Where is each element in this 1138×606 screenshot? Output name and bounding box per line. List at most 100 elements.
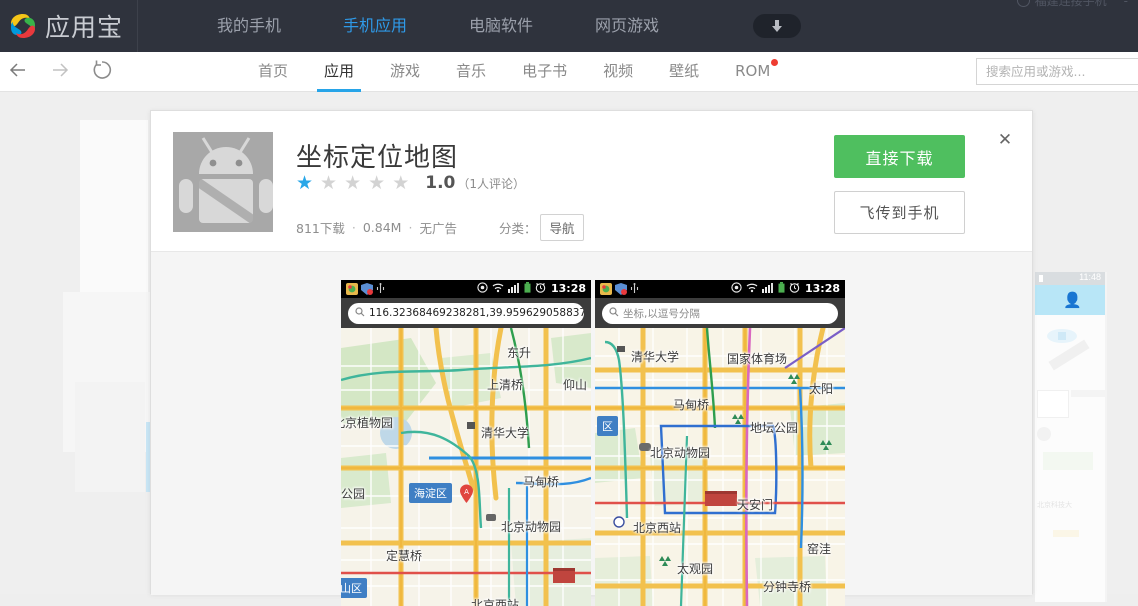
app-meta: 811下载 · 0.84M · 无广告 分类： 导航 [296, 214, 584, 241]
star-icon-filled: ★ [296, 172, 314, 194]
topnav-item-pc-software[interactable]: 电脑软件 [438, 0, 564, 52]
android-status-bar: 13:28 [341, 280, 591, 298]
subnav-label: ROM [735, 62, 771, 80]
subnav-item-apps[interactable]: 应用 [306, 52, 372, 92]
coordinate-search-field[interactable]: 116.32368469238281,39.95962905883789 [348, 302, 584, 324]
subnav-item-ebooks[interactable]: 电子书 [504, 52, 585, 92]
search-box [976, 58, 1138, 85]
brand-logo[interactable]: 应用宝 [0, 0, 138, 52]
downloads-button[interactable] [753, 14, 802, 38]
back-button[interactable] [2, 56, 34, 88]
secondary-nav-bar: 首页 应用 游戏 音乐 电子书 视频 壁纸 ROM [0, 52, 1138, 92]
topnav-item-my-phone[interactable]: 我的手机 [186, 0, 312, 52]
subnav-item-games[interactable]: 游戏 [372, 52, 438, 92]
meta-separator: · [408, 220, 413, 235]
new-badge-dot-icon [771, 59, 779, 66]
background-shape [1037, 427, 1051, 441]
rating-score: 1.0 [425, 173, 456, 193]
map-district-chip: 山区 [341, 578, 367, 598]
coordinate-search-placeholder: 坐标,以逗号分隔 [623, 307, 700, 320]
app-title: 坐标定位地图 [296, 143, 459, 173]
app-downloads: 811下载 [296, 221, 345, 236]
back-arrow-icon [8, 62, 28, 83]
subnav-label: 音乐 [456, 62, 487, 80]
subnav-item-music[interactable]: 音乐 [438, 52, 504, 92]
subnav-item-video[interactable]: 视频 [585, 52, 651, 92]
star-icon-empty: ★ [344, 172, 362, 194]
eye-icon [1047, 329, 1077, 343]
screenshot-thumbnail[interactable]: 13:28 坐标,以逗号分隔 清华大学 国家体育场 太阳 马甸桥 地坛公园 北京… [595, 280, 845, 606]
connect-phone-status[interactable]: 福建连接手机 - [1016, 0, 1128, 9]
forward-button[interactable] [44, 56, 76, 88]
status-right-icons [731, 282, 800, 293]
reload-icon [91, 59, 113, 86]
subnav-label: 游戏 [390, 62, 421, 80]
app-rating: ★ ★ ★ ★ ★ 1.0 （1人评论） [296, 173, 525, 193]
status-left-icons [600, 283, 639, 295]
reload-button[interactable] [86, 56, 118, 88]
android-status-bar: 13:28 [595, 280, 845, 298]
subnav-label: 壁纸 [669, 62, 700, 80]
app-detail-header: 坐标定位地图 ★ ★ ★ ★ ★ 1.0 （1人评论） 811下载 · 0.84… [151, 111, 1032, 251]
search-input[interactable] [976, 58, 1138, 85]
screenshot-thumbnail[interactable]: 13:28 116.32368469238281,39.959629058837… [341, 280, 591, 606]
map-view[interactable]: 清华大学 国家体育场 太阳 马甸桥 地坛公园 北京动物园 天安门 北京西站 窑洼… [595, 328, 845, 606]
subnav-item-rom[interactable]: ROM [717, 52, 788, 92]
background-shape [1037, 390, 1069, 418]
brand-name: 应用宝 [45, 13, 124, 42]
svg-text:A: A [464, 488, 469, 496]
status-right-icons [477, 282, 546, 293]
app-icon [173, 132, 273, 232]
topnav-item-phone-apps[interactable]: 手机应用 [312, 0, 438, 52]
background-status-bar: 11:48 [1035, 272, 1107, 285]
download-arrow-icon [770, 18, 784, 34]
subnav-item-home[interactable]: 首页 [240, 52, 306, 92]
top-header-bar: 应用宝 我的手机 手机应用 电脑软件 网页游戏 福建连接手机 - [0, 0, 1138, 52]
subnav-label: 首页 [258, 62, 289, 80]
app-size: 0.84M [362, 220, 402, 235]
browser-controls [0, 52, 118, 92]
app-ads-status: 无广告 [419, 221, 457, 236]
connect-status-label: 福建连接手机 [1034, 0, 1107, 8]
map-district-chip: 海淀区 [409, 483, 452, 503]
close-modal-button[interactable]: ✕ [995, 129, 1015, 149]
topnav-item-web-games[interactable]: 网页游戏 [564, 0, 690, 52]
search-icon [609, 304, 619, 322]
background-shape [1071, 390, 1105, 397]
background-shape [1053, 530, 1079, 537]
category-nav: 首页 应用 游戏 音乐 电子书 视频 壁纸 ROM [240, 52, 788, 92]
background-shape [1043, 452, 1093, 470]
forward-arrow-icon [50, 62, 70, 83]
status-bar-time: 13:28 [550, 282, 586, 295]
coordinate-search-field[interactable]: 坐标,以逗号分隔 [602, 302, 838, 324]
screenshot-search-bar: 坐标,以逗号分隔 [595, 298, 845, 328]
star-icon-empty: ★ [368, 172, 386, 194]
direct-download-button[interactable]: 直接下载 [834, 135, 965, 178]
background-edge [1105, 272, 1107, 602]
coordinate-search-value: 116.32368469238281,39.95962905883789 [369, 307, 584, 319]
status-left-icons [346, 283, 385, 295]
background-text: 北京科技大 [1037, 502, 1072, 509]
background-shape [1048, 339, 1090, 371]
map-location-pin-icon: A [459, 484, 474, 504]
star-icon-empty: ★ [320, 172, 338, 194]
subnav-label: 电子书 [522, 62, 568, 80]
status-bar-time: 13:28 [804, 282, 840, 295]
screenshot-search-bar: 116.32368469238281,39.95962905883789 [341, 298, 591, 328]
subnav-item-wallpaper[interactable]: 壁纸 [651, 52, 717, 92]
connect-status-icon [1016, 0, 1030, 7]
app-category-chip[interactable]: 导航 [540, 214, 584, 241]
map-district-chip: 区 [597, 416, 618, 436]
background-time: 11:48 [1079, 272, 1101, 282]
background-right-preview: 11:48 👤 北京科技大 [1035, 272, 1107, 602]
star-icon-empty: ★ [392, 172, 410, 194]
app-detail-modal: 坐标定位地图 ★ ★ ★ ★ ★ 1.0 （1人评论） 811下载 · 0.84… [150, 110, 1033, 606]
send-to-phone-button[interactable]: 飞传到手机 [834, 191, 965, 234]
window-minimize-icon[interactable]: - [1124, 0, 1128, 8]
add-person-icon: 👤 [1063, 292, 1082, 309]
rating-review-count: （1人评论） [457, 176, 525, 191]
yingyongbao-logo-icon [8, 11, 38, 41]
subnav-label: 应用 [324, 62, 355, 80]
map-view[interactable]: 东升 上清桥 仰山 北京植物园 清华大学 马甸桥 公园 北京动物园 定慧桥 北京… [341, 328, 591, 606]
background-placeholder [75, 382, 145, 492]
